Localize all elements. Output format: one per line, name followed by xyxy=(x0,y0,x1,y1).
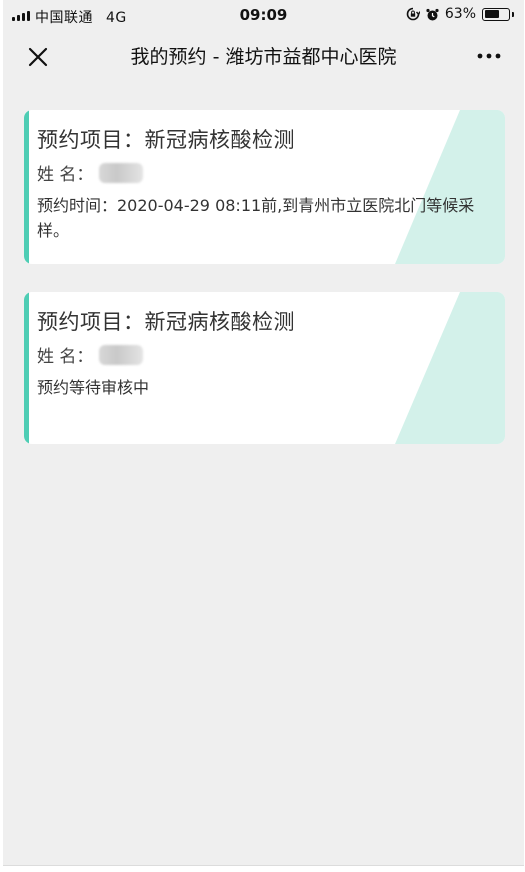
appointment-detail: 预约时间：2020-04-29 08:11前,到青州市立医院北门等候采样。 xyxy=(37,196,475,240)
app-screen: 中国联通 4G 09:09 63% 我的预约 - 潍坊市益都中心医院 预约项目：… xyxy=(3,0,524,866)
close-button[interactable] xyxy=(23,42,53,72)
patient-name-row: 姓 名： xyxy=(37,342,493,367)
battery-percent: 63% xyxy=(444,6,476,22)
redacted-name xyxy=(99,344,144,365)
battery-icon xyxy=(482,7,514,21)
more-dots-icon xyxy=(477,53,501,59)
appointment-status: 预约等待审核中 xyxy=(37,378,150,397)
status-bar: 中国联通 4G 09:09 63% xyxy=(3,0,524,30)
page-title: 我的预约 - 潍坊市益都中心医院 xyxy=(130,46,397,68)
appointment-title: 预约项目：新冠病核酸检测 xyxy=(37,310,295,334)
close-icon xyxy=(28,47,48,67)
bottom-divider xyxy=(3,865,524,866)
alarm-icon xyxy=(426,8,439,21)
more-options-button[interactable] xyxy=(474,44,504,68)
appointment-card[interactable]: 预约项目：新冠病核酸检测 姓 名： 预约时间：2020-04-29 08:11前… xyxy=(24,110,505,264)
status-indicators: 63% xyxy=(406,6,514,22)
redacted-name xyxy=(99,162,144,183)
patient-name-row: 姓 名： xyxy=(37,160,493,185)
name-label: 姓 名： xyxy=(37,165,94,185)
name-label: 姓 名： xyxy=(37,347,94,367)
appointment-card[interactable]: 预约项目：新冠病核酸检测 姓 名： 预约等待审核中 xyxy=(24,292,505,444)
navigation-bar: 我的预约 - 潍坊市益都中心医院 xyxy=(3,30,524,82)
battery-level xyxy=(484,10,499,18)
rotation-lock-icon xyxy=(406,7,421,21)
appointment-title: 预约项目：新冠病核酸检测 xyxy=(37,128,295,152)
